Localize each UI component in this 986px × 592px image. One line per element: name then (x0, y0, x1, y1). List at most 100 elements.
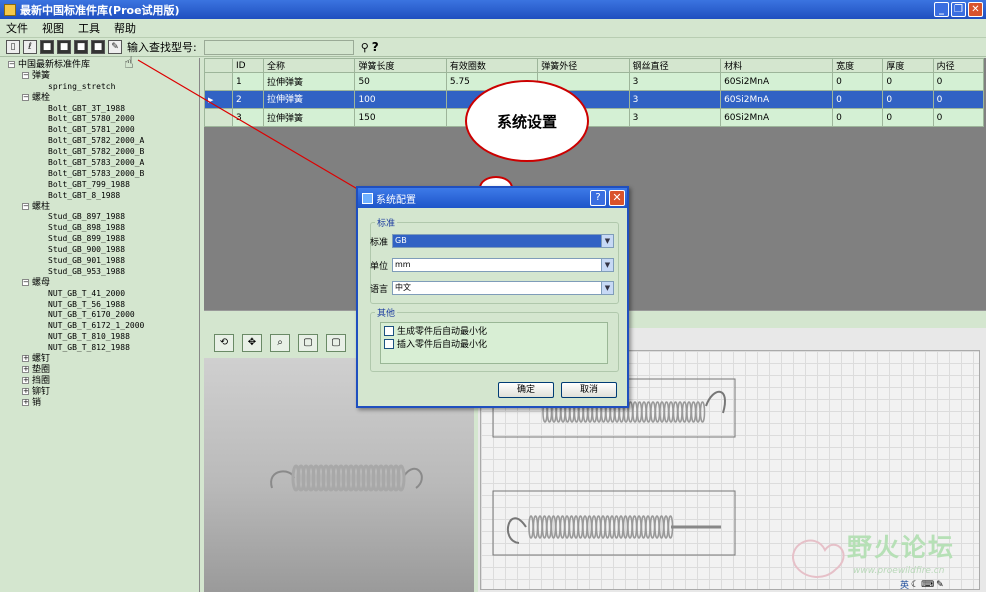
table-cell[interactable]: 3 (628, 108, 722, 127)
collapse-icon[interactable]: − (22, 93, 29, 101)
table-cell[interactable]: 0 (932, 72, 985, 91)
column-header[interactable]: 宽度 (832, 58, 884, 73)
tree-leaf[interactable]: Stud_GB_953_1988 (0, 267, 199, 278)
binoculars-icon[interactable]: ⚲ (361, 41, 369, 54)
tree-root[interactable]: − 中国最新标准件库 (0, 60, 199, 71)
minimize-after-insert-checkbox[interactable] (384, 338, 394, 349)
minimize-after-generate-checkbox[interactable] (384, 325, 394, 336)
collapse-icon[interactable]: − (8, 61, 15, 68)
minimize-button[interactable]: _ (934, 2, 949, 17)
table-cell[interactable]: 60Si2MnA (720, 72, 834, 91)
print-icon[interactable]: ■ (91, 40, 105, 54)
table-cell[interactable]: 0 (932, 108, 985, 127)
settings-icon[interactable]: ✎ (108, 40, 122, 54)
save-icon[interactable]: ■ (40, 40, 54, 54)
tree-leaf[interactable]: NUT_GB_T_56_1988 (0, 300, 199, 311)
tree-leaf[interactable]: Bolt_GBT_5783_2000_A (0, 158, 199, 169)
table-cell[interactable]: 60Si2MnA (720, 108, 834, 127)
column-header[interactable]: 弹簧外径 (537, 58, 630, 73)
help-icon[interactable]: ? (372, 40, 379, 54)
table-row[interactable]: 1 拉伸弹簧 50 5.75 3 60Si2MnA 0 0 0 (204, 72, 985, 91)
column-header[interactable]: 弹簧长度 (354, 58, 447, 73)
table-cell[interactable]: 3 (628, 72, 722, 91)
tree-group[interactable]: − 螺母 (0, 278, 199, 289)
tree-leaf[interactable]: NUT_GB_T_812_1988 (0, 343, 199, 354)
tree-leaf[interactable]: Stud_GB_901_1988 (0, 256, 199, 267)
tree-leaf[interactable]: Stud_GB_897_1988 (0, 212, 199, 223)
expand-icon[interactable]: + (22, 387, 29, 395)
tree-leaf[interactable]: Bolt_GBT_3T_1988 (0, 104, 199, 115)
table-cell[interactable]: 100 (354, 90, 447, 109)
tree-leaf[interactable]: Stud_GB_899_1988 (0, 234, 199, 245)
standard-select[interactable]: GB ▼ (392, 234, 614, 248)
tree-leaf[interactable]: Stud_GB_900_1988 (0, 245, 199, 256)
menu-help[interactable]: 帮助 (114, 20, 136, 36)
expand-icon[interactable]: + (22, 365, 29, 373)
dialog-help-button[interactable]: ? (590, 190, 606, 206)
tree-leaf[interactable]: Bolt_GBT_5782_2000_A (0, 136, 199, 147)
tree-group[interactable]: + 销 (0, 398, 199, 409)
tree-group[interactable]: + 挡圈 (0, 376, 199, 387)
table-cell[interactable]: 60Si2MnA (720, 90, 834, 109)
tree-leaf[interactable]: NUT_GB_T_41_2000 (0, 289, 199, 300)
row-header[interactable] (204, 108, 233, 127)
tree-group[interactable]: − 螺柱 (0, 202, 199, 213)
tree-leaf[interactable]: Bolt_GBT_799_1988 (0, 180, 199, 191)
tree-leaf[interactable]: NUT_GB_T_810_1988 (0, 332, 199, 343)
tree-leaf[interactable]: Bolt_GBT_8_1988 (0, 191, 199, 202)
close-button[interactable]: ✕ (968, 2, 983, 17)
export-icon[interactable]: ■ (74, 40, 88, 54)
table-cell[interactable]: 0 (882, 108, 934, 127)
chevron-down-icon[interactable]: ▼ (601, 235, 613, 247)
table-cell[interactable]: 0 (832, 90, 884, 109)
column-header[interactable]: ID (231, 58, 265, 73)
tree-group[interactable]: + 垫圈 (0, 365, 199, 376)
menu-tools[interactable]: 工具 (78, 20, 100, 36)
menu-view[interactable]: 视图 (42, 20, 64, 36)
cancel-button[interactable]: 取消 (561, 382, 617, 398)
minimize-after-generate-option[interactable]: 生成零件后自动最小化 (384, 324, 487, 337)
menu-file[interactable]: 文件 (6, 20, 28, 36)
table-cell[interactable]: 0 (832, 108, 884, 127)
column-header[interactable]: 有效圈数 (445, 58, 539, 73)
tree-leaf[interactable]: Bolt_GBT_5782_2000_B (0, 147, 199, 158)
table-cell[interactable]: 3 (231, 108, 265, 127)
table-cell[interactable]: 1 (231, 72, 265, 91)
tree-leaf[interactable]: NUT_GB_T_6172_1_2000 (0, 321, 199, 332)
tree-group[interactable]: − 螺栓 (0, 93, 199, 104)
search-input[interactable] (203, 39, 354, 55)
minimize-after-insert-option[interactable]: 插入零件后自动最小化 (384, 337, 487, 350)
row-header[interactable] (204, 72, 233, 91)
table-cell[interactable]: 3 (628, 90, 722, 109)
collapse-icon[interactable]: − (22, 71, 29, 79)
ime-indicator[interactable]: 英 (900, 578, 909, 591)
expand-icon[interactable]: + (22, 398, 29, 406)
row-header[interactable]: ▶ (204, 90, 233, 109)
tree-leaf[interactable]: Bolt_GBT_5781_2000 (0, 125, 199, 136)
table-cell[interactable]: 拉伸弹簧 (263, 108, 356, 127)
tree-leaf[interactable]: Bolt_GBT_5780_2000 (0, 114, 199, 125)
table-row[interactable]: 3 拉伸弹簧 150 3 60Si2MnA 0 0 0 (204, 108, 985, 127)
expand-icon[interactable]: + (22, 355, 29, 363)
tree-icon[interactable]: ℓ (23, 40, 37, 54)
new-icon[interactable]: ▯ (6, 40, 20, 54)
table-cell[interactable]: 0 (882, 72, 934, 91)
ok-button[interactable]: 确定 (498, 382, 554, 398)
column-header[interactable]: 钢丝直径 (628, 58, 722, 73)
save-as-icon[interactable]: ■ (57, 40, 71, 54)
column-header[interactable]: 全称 (263, 58, 356, 73)
tree-group[interactable]: + 螺钉 (0, 354, 199, 365)
table-cell[interactable]: 0 (882, 90, 934, 109)
collapse-icon[interactable]: − (22, 278, 29, 286)
chevron-down-icon[interactable]: ▼ (601, 259, 613, 271)
table-cell[interactable]: 拉伸弹簧 (263, 72, 356, 91)
unit-select[interactable]: mm ▼ (392, 258, 614, 272)
table-cell[interactable]: 150 (354, 108, 447, 127)
tree-group[interactable]: − 弹簧 (0, 71, 199, 82)
table-cell[interactable]: 2 (231, 90, 265, 109)
table-cell[interactable]: 拉伸弹簧 (263, 90, 356, 109)
language-select[interactable]: 中文 ▼ (392, 281, 614, 295)
expand-icon[interactable]: + (22, 376, 29, 384)
column-header[interactable]: 厚度 (882, 58, 934, 73)
tree-leaf[interactable]: spring_stretch (0, 82, 199, 93)
